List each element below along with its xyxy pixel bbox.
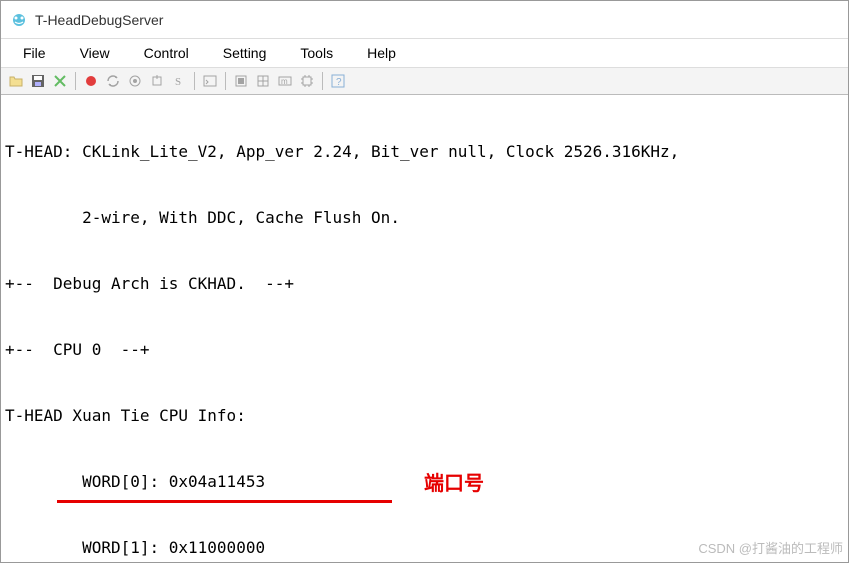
- console-line: T-HEAD: CKLink_Lite_V2, App_ver 2.24, Bi…: [5, 141, 844, 163]
- menu-file[interactable]: File: [13, 41, 56, 65]
- app-window: T-HeadDebugServer File View Control Sett…: [0, 0, 849, 563]
- delete-icon[interactable]: [51, 72, 69, 90]
- console-line: +-- Debug Arch is CKHAD. --+: [5, 273, 844, 295]
- terminal-icon[interactable]: [201, 72, 219, 90]
- console-line: +-- CPU 0 --+: [5, 339, 844, 361]
- record-icon[interactable]: [82, 72, 100, 90]
- window-title: T-HeadDebugServer: [35, 12, 163, 28]
- port-annotation-label: 端口号: [424, 473, 484, 495]
- toolbar-separator: [194, 72, 195, 90]
- svg-text:?: ?: [336, 77, 342, 88]
- menu-help[interactable]: Help: [357, 41, 406, 65]
- sync-icon[interactable]: [104, 72, 122, 90]
- menu-control[interactable]: Control: [134, 41, 199, 65]
- toolbar-separator: [225, 72, 226, 90]
- settings-icon[interactable]: S: [170, 72, 188, 90]
- menu-view[interactable]: View: [70, 41, 120, 65]
- toolbar-separator: [75, 72, 76, 90]
- menu-setting[interactable]: Setting: [213, 41, 277, 65]
- open-icon[interactable]: [7, 72, 25, 90]
- svg-text:m: m: [281, 77, 288, 86]
- toolbar: S m ?: [1, 67, 848, 95]
- app-icon: [11, 12, 27, 28]
- target-icon[interactable]: [126, 72, 144, 90]
- watermark: CSDN @打酱油的工程师: [698, 538, 843, 557]
- chip-icon[interactable]: [298, 72, 316, 90]
- save-icon[interactable]: [29, 72, 47, 90]
- menubar: File View Control Setting Tools Help: [1, 39, 848, 67]
- titlebar: T-HeadDebugServer: [1, 1, 848, 39]
- toolbar-separator: [322, 72, 323, 90]
- board1-icon[interactable]: [232, 72, 250, 90]
- console-output[interactable]: T-HEAD: CKLink_Lite_V2, App_ver 2.24, Bi…: [1, 95, 848, 562]
- console-line: T-HEAD Xuan Tie CPU Info:: [5, 405, 844, 427]
- reset-icon[interactable]: [148, 72, 166, 90]
- help-icon[interactable]: ?: [329, 72, 347, 90]
- underline-annotation: [57, 500, 392, 503]
- board2-icon[interactable]: [254, 72, 272, 90]
- console-line: 2-wire, With DDC, Cache Flush On.: [5, 207, 844, 229]
- svg-text:S: S: [175, 76, 181, 88]
- memory-icon[interactable]: m: [276, 72, 294, 90]
- menu-tools[interactable]: Tools: [290, 41, 343, 65]
